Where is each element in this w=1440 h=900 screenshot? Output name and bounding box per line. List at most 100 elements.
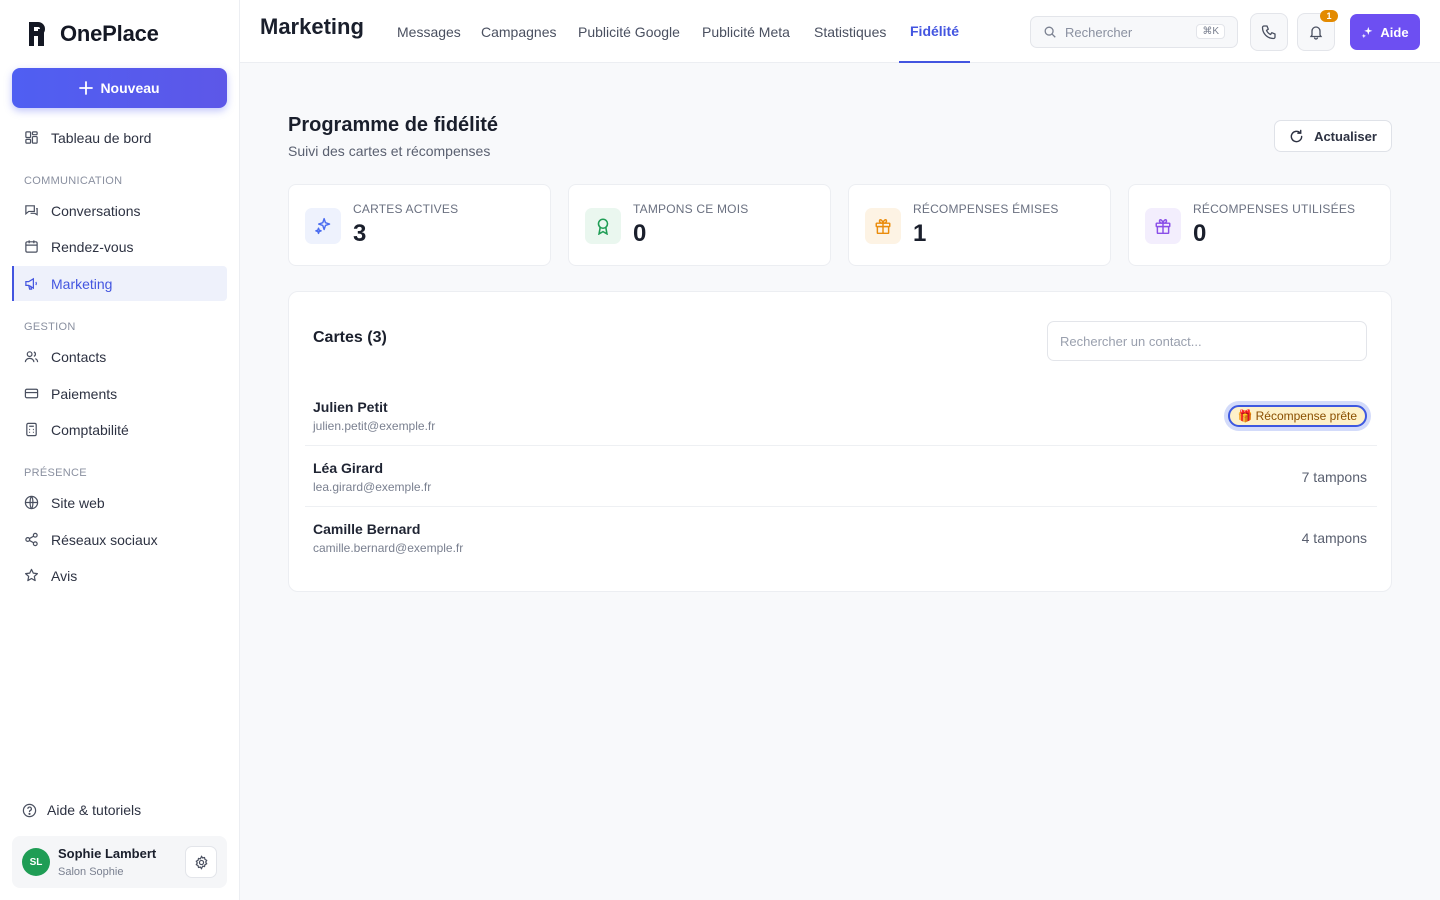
sparkles-icon — [1362, 26, 1373, 38]
sidebar-item-dashboard[interactable]: Tableau de bord — [12, 120, 227, 155]
user-name: Sophie Lambert — [58, 846, 157, 861]
stat-icon-wrap — [1145, 208, 1181, 244]
section-communication: COMMUNICATION — [24, 175, 123, 187]
tab-campaigns[interactable]: Campagnes — [469, 0, 569, 63]
sidebar-item-label: Contacts — [51, 348, 107, 365]
stat-card-active-cards: Cartes actives 3 — [288, 184, 551, 266]
sidebar-item-accounting[interactable]: Comptabilité — [12, 412, 227, 447]
calendar-icon — [25, 240, 38, 253]
stat-icon-wrap — [585, 208, 621, 244]
sidebar-item-label: Site web — [51, 494, 105, 511]
sidebar-item-website[interactable]: Site web — [12, 485, 227, 520]
sidebar-item-label: Tableau de bord — [51, 129, 152, 146]
plus-icon — [79, 81, 94, 95]
stat-value: 0 — [633, 220, 647, 247]
contact-name: Julien Petit — [313, 399, 388, 415]
settings-button[interactable] — [185, 846, 217, 878]
avatar: SL — [22, 848, 50, 876]
sidebar-item-marketing[interactable]: Marketing — [12, 266, 227, 301]
notification-count-badge: 1 — [1320, 10, 1338, 22]
sidebar-item-label: Conversations — [51, 202, 141, 219]
gift-icon — [1155, 219, 1171, 235]
tab-google-ads[interactable]: Publicité Google — [566, 0, 692, 63]
sidebar-item-label: Avis — [51, 567, 78, 584]
phone-button[interactable] — [1250, 13, 1288, 51]
table-row[interactable]: Julien Petit julien.petit@exemple.fr 🎁 R… — [305, 385, 1377, 446]
help-tutorials-link[interactable]: Aide & tutoriels — [22, 802, 141, 818]
sidebar-item-label: Comptabilité — [51, 421, 129, 438]
table-row[interactable]: Camille Bernard camille.bernard@exemple.… — [305, 507, 1377, 568]
sidebar-item-social[interactable]: Réseaux sociaux — [12, 522, 227, 557]
table-row[interactable]: Léa Girard lea.girard@exemple.fr 7 tampo… — [305, 446, 1377, 507]
search-shortcut: ⌘K — [1196, 24, 1225, 39]
cards-panel: Cartes (3) Julien Petit julien.petit@exe… — [288, 291, 1392, 592]
stat-card-rewards-issued: Récompenses émises 1 — [848, 184, 1111, 266]
share-icon — [25, 532, 38, 547]
sidebar-item-conversations[interactable]: Conversations — [12, 193, 227, 228]
stat-label: Récompenses émises — [913, 202, 1059, 216]
oneplace-logo-icon — [29, 22, 45, 46]
sidebar-item-appointments[interactable]: Rendez-vous — [12, 229, 227, 264]
contact-name: Camille Bernard — [313, 521, 421, 537]
contact-email: julien.petit@exemple.fr — [313, 419, 436, 433]
user-business: Salon Sophie — [58, 866, 124, 878]
reward-ready-badge[interactable]: 🎁 Récompense prête — [1227, 405, 1367, 427]
aide-button-label: Aide — [1380, 24, 1409, 40]
aide-button[interactable]: Aide — [1350, 14, 1420, 50]
stat-label: Cartes actives — [353, 202, 459, 216]
stat-value: 0 — [1193, 220, 1207, 247]
bell-icon — [1309, 26, 1323, 40]
user-card[interactable]: SL Sophie Lambert Salon Sophie — [12, 836, 227, 888]
sidebar: OnePlace Nouveau Tableau de bord COMMUNI… — [0, 0, 240, 900]
stat-icon-wrap — [865, 208, 901, 244]
refresh-button[interactable]: Actualiser — [1274, 120, 1392, 152]
award-icon — [597, 218, 609, 235]
dashboard-icon — [25, 131, 38, 144]
stat-card-rewards-used: Récompenses utilisées 0 — [1128, 184, 1391, 266]
brand-name: OnePlace — [60, 21, 159, 46]
new-button-label: Nouveau — [100, 80, 160, 96]
help-tutorials-label: Aide & tutoriels — [47, 802, 142, 818]
tab-messages[interactable]: Messages — [385, 0, 473, 63]
sidebar-item-label: Marketing — [51, 275, 113, 292]
credit-card-icon — [24, 388, 39, 399]
tab-statistics[interactable]: Statistiques — [802, 0, 898, 63]
contact-email: camille.bernard@exemple.fr — [313, 541, 464, 555]
global-search[interactable]: Rechercher ⌘K — [1030, 16, 1238, 48]
section-management: GESTION — [24, 321, 76, 333]
section-presence: PRÉSENCE — [24, 467, 87, 479]
stat-label: Récompenses utilisées — [1193, 202, 1356, 216]
sparkles-icon — [315, 217, 331, 235]
reward-status-label: Récompense prête — [1255, 409, 1357, 423]
page-subtitle: Suivi des cartes et récompenses — [288, 143, 491, 159]
gear-icon — [195, 854, 207, 870]
sidebar-item-reviews[interactable]: Avis — [12, 558, 227, 593]
sidebar-item-payments[interactable]: Paiements — [12, 376, 227, 411]
search-icon — [1044, 26, 1056, 38]
star-icon — [24, 568, 39, 582]
cards-title: Cartes (3) — [313, 329, 387, 346]
sidebar-item-contacts[interactable]: Contacts — [12, 339, 227, 374]
contact-email: lea.girard@exemple.fr — [313, 480, 432, 494]
stat-icon-wrap — [305, 208, 341, 244]
phone-icon — [1261, 25, 1276, 40]
sidebar-item-label: Réseaux sociaux — [51, 531, 158, 548]
topbar: Marketing Messages Campagnes Publicité G… — [240, 0, 1440, 63]
stat-value: 1 — [913, 220, 927, 247]
globe-icon — [24, 495, 39, 510]
users-icon — [24, 351, 39, 363]
chat-icon — [25, 205, 38, 216]
stamp-count: 4 tampons — [1301, 530, 1367, 546]
brand-logo[interactable]: OnePlace — [26, 20, 159, 48]
tab-loyalty[interactable]: Fidélité — [899, 0, 970, 63]
megaphone-icon — [25, 277, 37, 290]
tab-meta-ads[interactable]: Publicité Meta — [690, 0, 802, 63]
sidebar-item-label: Paiements — [51, 385, 118, 402]
stat-label: Tampons ce mois — [633, 202, 749, 216]
stamp-count: 7 tampons — [1301, 469, 1367, 485]
search-placeholder: Rechercher — [1065, 24, 1133, 40]
new-button[interactable]: Nouveau — [12, 68, 227, 108]
contact-search-input[interactable] — [1047, 321, 1367, 361]
help-circle-icon — [22, 803, 37, 817]
page-heading: Marketing — [260, 14, 364, 39]
